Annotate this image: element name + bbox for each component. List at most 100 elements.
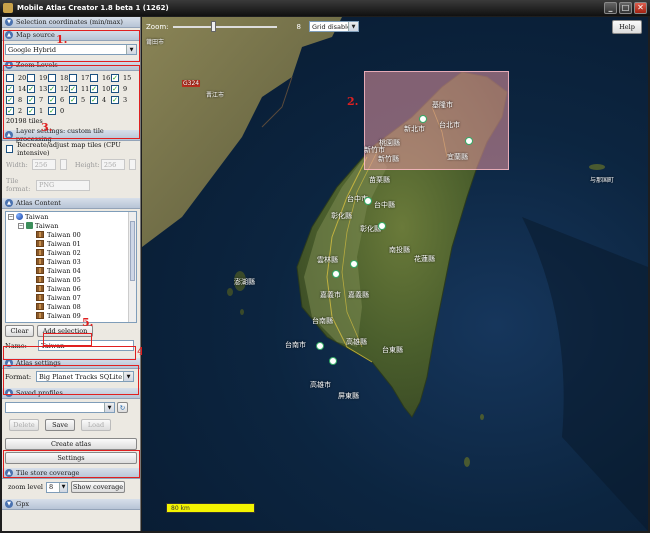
width-stepper[interactable] — [59, 159, 67, 170]
zoom-level-checkbox[interactable] — [48, 85, 56, 93]
pin-marker[interactable] — [316, 342, 324, 350]
profile-select[interactable]: ▼ — [5, 402, 115, 413]
zoom-level-checkbox[interactable] — [90, 96, 98, 104]
zoom-level-checkbox[interactable] — [27, 96, 35, 104]
collapse-icon[interactable]: − — [8, 213, 14, 220]
zoom-level-18[interactable]: 18 — [48, 73, 69, 83]
zoom-level-1[interactable]: 1 — [27, 106, 48, 116]
zoom-levels-header[interactable]: ▲ Zoom Levels — [2, 60, 140, 71]
coverage-zoom-select[interactable]: 8 ▼ — [46, 481, 69, 493]
clear-button[interactable]: Clear — [5, 325, 34, 337]
zoom-level-15[interactable]: 15 — [111, 73, 132, 83]
tree-layer[interactable]: − Taiwan — [6, 221, 136, 230]
save-profile-button[interactable]: Save — [45, 419, 75, 431]
zoom-level-6[interactable]: 6 — [48, 95, 69, 105]
tree-map-item[interactable]: Taiwan 09 — [6, 311, 136, 320]
zoom-level-checkbox[interactable] — [111, 74, 119, 82]
gpx-header[interactable]: ▼ Gpx — [2, 499, 140, 510]
zoom-level-2[interactable]: 2 — [6, 106, 27, 116]
map-source-header[interactable]: ▲ Map source — [2, 30, 140, 41]
create-atlas-button[interactable]: Create atlas — [5, 438, 137, 450]
zoom-level-checkbox[interactable] — [6, 96, 14, 104]
tree-map-item[interactable]: Taiwan 04 — [6, 266, 136, 275]
zoom-level-checkbox[interactable] — [27, 107, 35, 115]
minimize-button[interactable]: _ — [604, 2, 617, 14]
tile-format-select[interactable]: PNG — [36, 179, 90, 191]
close-button[interactable]: ✕ — [634, 2, 647, 14]
zoom-level-checkbox[interactable] — [48, 107, 56, 115]
recreate-tiles-checkbox[interactable] — [6, 144, 14, 153]
zoom-level-checkbox[interactable] — [6, 107, 14, 115]
zoom-level-checkbox[interactable] — [90, 85, 98, 93]
zoom-level-13[interactable]: 13 — [27, 84, 48, 94]
atlas-name-input[interactable]: Taiwan — [38, 340, 134, 351]
zoom-slider-thumb[interactable] — [210, 20, 216, 32]
zoom-level-checkbox[interactable] — [27, 74, 35, 82]
pin-marker[interactable] — [350, 260, 358, 268]
zoom-level-8[interactable]: 8 — [6, 95, 27, 105]
selection-coordinates-header[interactable]: ▼ Selection coordinates (min/max) — [2, 17, 140, 28]
maximize-button[interactable]: □ — [619, 2, 632, 14]
layer-settings-header[interactable]: ▲ Layer settings: custom tile processing — [2, 127, 140, 143]
atlas-settings-header[interactable]: ▲ Atlas settings — [2, 358, 140, 369]
zoom-level-12[interactable]: 12 — [48, 84, 69, 94]
zoom-level-checkbox[interactable] — [6, 74, 14, 82]
zoom-level-checkbox[interactable] — [48, 74, 56, 82]
zoom-slider[interactable] — [172, 20, 277, 32]
scroll-thumb[interactable] — [130, 221, 135, 281]
zoom-level-checkbox[interactable] — [6, 85, 14, 93]
zoom-level-0[interactable]: 0 — [48, 106, 69, 116]
zoom-level-19[interactable]: 19 — [27, 73, 48, 83]
tree-map-item[interactable]: Taiwan 07 — [6, 293, 136, 302]
tree-root[interactable]: − Taiwan — [6, 212, 136, 221]
tile-store-coverage-header[interactable]: ▲ Tile store coverage — [2, 468, 140, 479]
pin-marker[interactable] — [332, 270, 340, 278]
tree-scrollbar[interactable] — [128, 212, 136, 322]
zoom-level-checkbox[interactable] — [69, 85, 77, 93]
tree-map-item[interactable]: Taiwan 06 — [6, 284, 136, 293]
tree-map-item[interactable]: Taiwan 03 — [6, 257, 136, 266]
zoom-level-9[interactable]: 9 — [111, 84, 132, 94]
tree-map-item[interactable]: Taiwan 08 — [6, 302, 136, 311]
zoom-level-checkbox[interactable] — [69, 74, 77, 82]
zoom-level-3[interactable]: 3 — [111, 95, 132, 105]
zoom-level-11[interactable]: 11 — [69, 84, 90, 94]
map-view[interactable]: 基隆市 台北市 新北市 桃園縣 新竹市 新竹縣 宜蘭縣 苗栗縣 台中市 台中縣 … — [142, 17, 648, 531]
zoom-level-7[interactable]: 7 — [27, 95, 48, 105]
zoom-level-checkbox[interactable] — [27, 85, 35, 93]
height-field[interactable]: 256 — [100, 159, 125, 170]
delete-profile-button[interactable]: Delete — [9, 419, 39, 431]
pin-marker[interactable] — [364, 197, 372, 205]
width-field[interactable]: 256 — [31, 159, 56, 170]
atlas-content-header[interactable]: ▲ Atlas Content — [2, 198, 140, 209]
zoom-level-20[interactable]: 20 — [6, 73, 27, 83]
zoom-level-5[interactable]: 5 — [69, 95, 90, 105]
tree-map-item[interactable]: Taiwan 02 — [6, 248, 136, 257]
grid-select[interactable]: Grid disabled ▼ — [309, 21, 360, 32]
pin-marker[interactable] — [378, 222, 386, 230]
map-source-select[interactable]: Google Hybrid ▼ — [5, 44, 137, 55]
height-stepper[interactable] — [128, 159, 136, 170]
zoom-level-4[interactable]: 4 — [90, 95, 111, 105]
tree-map-item[interactable]: Taiwan 05 — [6, 275, 136, 284]
help-button[interactable]: Help — [612, 20, 642, 34]
tree-map-item[interactable]: Taiwan 00 — [6, 230, 136, 239]
load-profile-button[interactable]: Load — [81, 419, 111, 431]
pin-marker[interactable] — [465, 137, 473, 145]
zoom-level-checkbox[interactable] — [111, 85, 119, 93]
zoom-level-checkbox[interactable] — [69, 96, 77, 104]
settings-button[interactable]: Settings — [5, 452, 137, 464]
zoom-level-checkbox[interactable] — [111, 96, 119, 104]
refresh-icon[interactable]: ↻ — [117, 402, 128, 413]
pin-marker[interactable] — [329, 357, 337, 365]
zoom-level-checkbox[interactable] — [90, 74, 98, 82]
saved-profiles-header[interactable]: ▲ Saved profiles — [2, 388, 140, 399]
pin-marker[interactable] — [419, 115, 427, 123]
zoom-level-14[interactable]: 14 — [6, 84, 27, 94]
atlas-tree[interactable]: − Taiwan − Taiwan Taiwan 00 Taiwan 01 Taiw… — [5, 211, 137, 323]
show-coverage-button[interactable]: Show coverage — [71, 481, 126, 493]
zoom-level-checkbox[interactable] — [48, 96, 56, 104]
zoom-level-10[interactable]: 10 — [90, 84, 111, 94]
tree-map-item[interactable]: Taiwan 01 — [6, 239, 136, 248]
atlas-format-select[interactable]: Big Planet Tracks SQLite ▼ — [36, 371, 134, 382]
